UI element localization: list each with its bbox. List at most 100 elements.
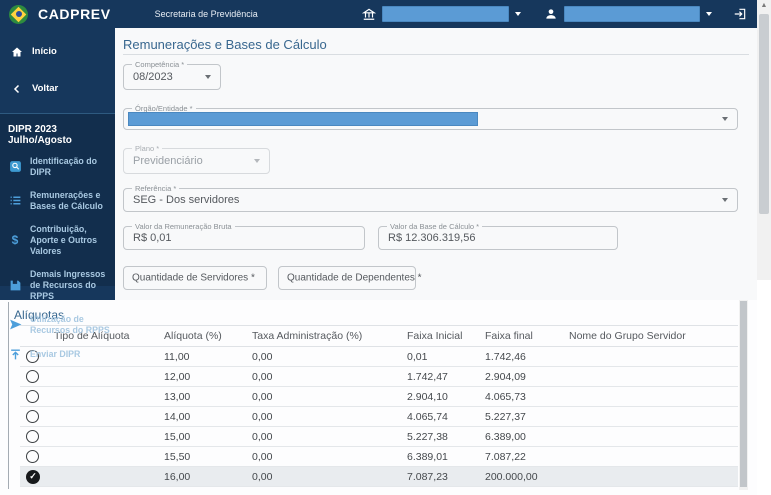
redacted-orgao-value <box>128 112 478 126</box>
table-cell: 200.000,00 <box>481 466 565 487</box>
table-cell: 0,00 <box>248 366 403 387</box>
aliquota-row[interactable]: 15,50 0,00 6.389,01 7.087,22 <box>20 446 738 467</box>
table-cell: 0,01 <box>403 346 481 367</box>
table-cell <box>50 466 160 487</box>
table-cell <box>565 406 738 427</box>
field-label: Competência * <box>132 60 188 69</box>
table-cell: 0,00 <box>248 426 403 447</box>
sidebar-item-contribuicao[interactable]: $ Contribuição, Aporte e Outros Valores <box>0 218 115 263</box>
table-cell: 2.904,10 <box>403 386 481 407</box>
redacted-user-value <box>564 6 700 22</box>
table-cell: 13,00 <box>160 386 248 407</box>
aliquota-row[interactable]: 14,00 0,00 4.065,74 5.227,37 <box>20 406 738 427</box>
sidebar-item-inicio[interactable]: Início <box>0 36 115 67</box>
panel-scrollbar-thumb[interactable] <box>740 301 747 487</box>
sidebar-item-identificacao-dipr[interactable]: Identificação do DIPR <box>0 150 115 184</box>
sidebar-item-label: Voltar <box>32 83 59 94</box>
radio-button[interactable] <box>26 370 39 383</box>
table-cell <box>50 386 160 407</box>
table-cell: 5.227,38 <box>403 426 481 447</box>
aliquota-row[interactable]: 11,00 0,00 0,01 1.742,46 <box>20 346 738 367</box>
aliquota-row[interactable]: 15,00 0,00 5.227,38 6.389,00 <box>20 426 738 447</box>
table-cell <box>565 386 738 407</box>
radio-checked-icon[interactable]: ✓ <box>26 469 40 484</box>
valor-remuneracao-bruta-input[interactable]: Valor da Remuneração Bruta R$ 0,01 <box>123 222 365 250</box>
field-label: Plano * <box>132 144 163 153</box>
chevron-down-icon <box>254 159 260 163</box>
table-cell <box>50 426 160 447</box>
sidebar-item-label: Demais Ingressos de Recursos do RPPS <box>30 268 106 301</box>
table-cell: 5.227,37 <box>481 406 565 427</box>
field-label: Valor da Remuneração Bruta <box>132 222 235 231</box>
scroll-up-arrow-icon[interactable]: ▲ <box>757 2 771 9</box>
field-label: Referência * <box>132 184 180 193</box>
referencia-select[interactable]: Referência * SEG - Dos servidores <box>123 184 738 212</box>
field-value: R$ 12.306.319,56 <box>388 232 476 244</box>
sidebar: Início Voltar DIPR 2023 Julho/Agosto Ide… <box>0 28 115 360</box>
sidebar-item-enviar-dipr[interactable]: Enviar DIPR <box>0 342 115 368</box>
quantidade-dependentes-input[interactable]: Quantidade de Dependentes * <box>278 266 422 290</box>
app-header: CADPREV Secretaria de Previdência <box>0 0 757 28</box>
save-floppy-icon <box>8 278 22 292</box>
page-scrollbar[interactable]: ▲ <box>757 0 771 280</box>
competencia-select[interactable]: Competência * 08/2023 <box>123 60 221 90</box>
table-cell: 2.904,09 <box>481 366 565 387</box>
field-placeholder: Quantidade de Dependentes * <box>287 272 422 284</box>
table-cell: 4.065,73 <box>481 386 565 407</box>
chevron-down-icon <box>205 75 211 79</box>
radio-button[interactable] <box>26 430 39 443</box>
page-title: Remunerações e Bases de Cálculo <box>123 37 327 52</box>
radio-button[interactable] <box>26 410 39 423</box>
sidebar-item-demais-ingressos[interactable]: Demais Ingressos de Recursos do RPPS <box>0 263 115 308</box>
document-search-icon <box>8 160 22 174</box>
table-cell: 1.742,47 <box>403 366 481 387</box>
list-icon <box>8 194 22 208</box>
home-icon <box>10 45 23 58</box>
column-header-aliquota: Alíquota (%) <box>160 325 248 347</box>
sidebar-item-voltar[interactable]: Voltar <box>0 73 115 104</box>
field-placeholder: Quantidade de Servidores * <box>132 272 255 284</box>
column-header-faixa-final: Faixa final <box>481 325 565 347</box>
orgao-entidade-select[interactable]: Órgão/Entidade * <box>123 104 738 130</box>
chevron-down-icon <box>722 117 728 121</box>
aliquota-row[interactable]: 13,00 0,00 2.904,10 4.065,73 <box>20 386 738 407</box>
logout-exit-icon[interactable] <box>732 7 747 22</box>
table-cell <box>50 406 160 427</box>
panel-scrollbar[interactable] <box>739 300 748 490</box>
table-cell: 15,00 <box>160 426 248 447</box>
dollar-icon: $ <box>11 233 19 248</box>
chevron-down-icon <box>515 12 521 16</box>
field-value: Previdenciário <box>133 155 203 167</box>
page-scrollbar-thumb[interactable] <box>759 14 769 214</box>
table-cell <box>565 446 738 467</box>
sidebar-item-label: Identificação do DIPR <box>30 156 97 177</box>
valor-base-calculo-input[interactable]: Valor da Base de Cálculo * R$ 12.306.319… <box>378 222 618 250</box>
radio-button[interactable] <box>26 390 39 403</box>
user-select[interactable] <box>564 6 712 22</box>
aliquotas-table-header-row: Tipo de Alíquota Alíquota (%) Taxa Admin… <box>20 325 738 347</box>
aliquota-row[interactable]: 12,00 0,00 1.742,47 2.904,09 <box>20 366 738 387</box>
institution-select[interactable] <box>382 6 521 22</box>
table-cell: 6.389,00 <box>481 426 565 447</box>
chevron-down-icon <box>722 198 728 202</box>
table-cell <box>565 346 738 367</box>
sidebar-item-utilizacao[interactable]: Utilização de Recursos do RPPS <box>0 308 115 342</box>
sidebar-item-label: Remunerações e Bases de Cálculo <box>30 189 103 211</box>
table-cell: 14,00 <box>160 406 248 427</box>
aliquotas-table: Tipo de Alíquota Alíquota (%) Taxa Admin… <box>20 325 738 487</box>
plano-select: Plano * Previdenciário <box>123 144 270 174</box>
field-value: 08/2023 <box>133 71 173 83</box>
sidebar-item-label: Enviar DIPR <box>30 349 81 360</box>
main-content: Remunerações e Bases de Cálculo Competên… <box>115 28 757 300</box>
sidebar-item-remuneracoes[interactable]: Remunerações e Bases de Cálculo <box>0 184 115 218</box>
field-value: SEG - Dos servidores <box>133 194 240 206</box>
aliquota-row[interactable]: ✓ 16,00 0,00 7.087,23 200.000,00 <box>20 466 738 487</box>
column-header-faixa-inicial: Faixa Inicial <box>403 325 481 347</box>
app-subtitle: Secretaria de Previdência <box>154 9 258 19</box>
column-header-nome-grupo: Nome do Grupo Servidor <box>565 325 738 347</box>
quantidade-servidores-input[interactable]: Quantidade de Servidores * <box>123 266 267 290</box>
table-cell: 11,00 <box>160 346 248 367</box>
sidebar-item-label: Utilização de Recursos do RPPS <box>30 313 110 335</box>
table-cell: 15,50 <box>160 446 248 467</box>
radio-button[interactable] <box>26 450 39 463</box>
